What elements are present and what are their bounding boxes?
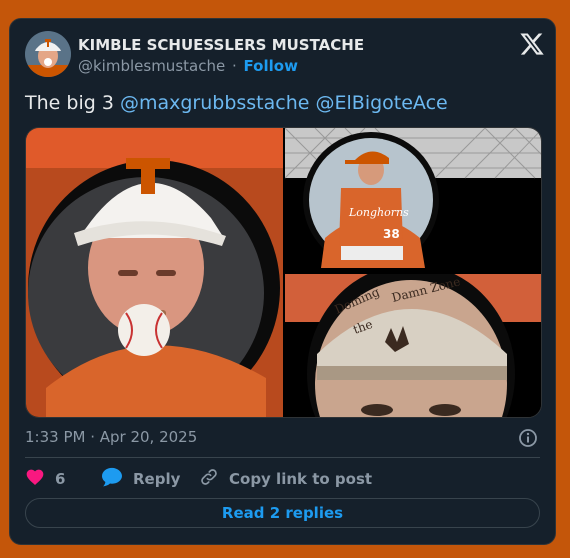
read-replies-label: Read 2 replies <box>221 504 344 522</box>
media-grid: Longhorns 38 Doming the Damn Zone <box>25 127 542 418</box>
svg-text:Longhorns: Longhorns <box>348 206 409 219</box>
separator-dot: · <box>231 57 237 75</box>
author-handle-row: @kimblesmustache · Follow <box>78 57 298 75</box>
heart-icon <box>25 467 55 491</box>
author-name[interactable]: KIMBLE SCHUESSLERS MUSTACHE <box>78 36 364 54</box>
media-photo-left[interactable] <box>26 128 283 417</box>
copy-link-label: Copy link to post <box>229 470 373 488</box>
reply-button[interactable]: Reply <box>101 467 181 491</box>
svg-text:38: 38 <box>383 227 400 241</box>
like-count: 6 <box>55 470 66 488</box>
tweet-card: KIMBLE SCHUESSLERS MUSTACHE @kimblesmust… <box>9 18 556 545</box>
tweet-text: The big 3 @maxgrubbsstache @ElBigoteAce <box>25 92 448 114</box>
tweet-text-body: The big 3 <box>25 92 114 114</box>
mention-link[interactable]: @maxgrubbsstache <box>120 92 310 114</box>
tweet-header: KIMBLE SCHUESSLERS MUSTACHE @kimblesmust… <box>25 31 545 81</box>
author-handle[interactable]: @kimblesmustache <box>78 57 225 75</box>
mention-link[interactable]: @ElBigoteAce <box>316 92 448 114</box>
x-logo-icon[interactable] <box>519 31 545 57</box>
media-photo-bottom-right[interactable]: Doming the Damn Zone <box>285 264 541 417</box>
reply-bubble-icon <box>101 467 133 491</box>
copy-link-button[interactable]: Copy link to post <box>199 468 372 490</box>
tweet-timestamp[interactable]: 1:33 PM · Apr 20, 2025 <box>25 428 197 446</box>
reply-label: Reply <box>133 470 181 488</box>
link-icon <box>199 467 229 491</box>
author-avatar[interactable] <box>25 31 71 77</box>
media-photo-top-right[interactable]: Longhorns 38 <box>284 128 541 272</box>
divider <box>25 457 540 458</box>
info-icon[interactable] <box>518 428 538 448</box>
follow-link[interactable]: Follow <box>244 57 298 75</box>
like-button[interactable]: 6 <box>25 468 65 490</box>
read-replies-button[interactable]: Read 2 replies <box>25 498 540 528</box>
